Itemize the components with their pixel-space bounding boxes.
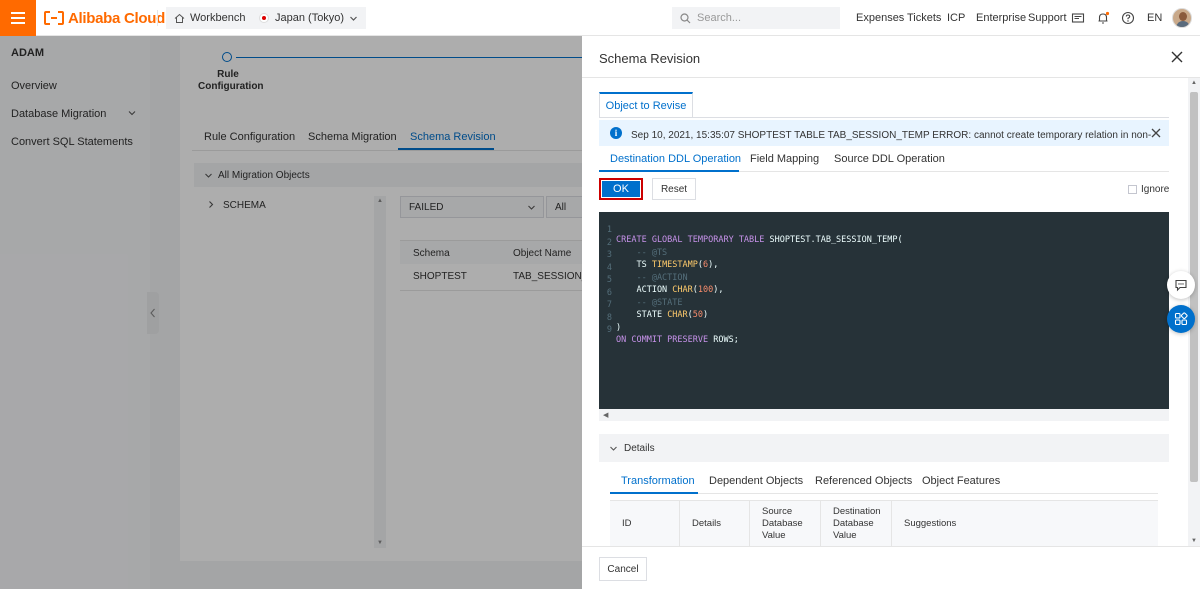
expenses-link[interactable]: Expenses xyxy=(856,12,904,24)
column-header-details: Details xyxy=(680,501,750,546)
tab-dependent-objects[interactable]: Dependent Objects xyxy=(709,475,803,487)
region-label: Japan (Tokyo) xyxy=(275,12,345,24)
japan-flag-icon xyxy=(259,13,269,23)
workbench-label: Workbench xyxy=(190,12,246,24)
column-header-source-value: Source Database Value xyxy=(750,501,821,546)
details-label: Details xyxy=(624,442,655,454)
details-section-header[interactable]: Details xyxy=(599,434,1169,462)
ignore-checkbox[interactable]: Ignore xyxy=(1128,184,1169,195)
column-header-destination-value: Destination Database Value xyxy=(821,501,892,546)
enterprise-link[interactable]: Enterprise xyxy=(976,12,1026,24)
schema-revision-drawer: Schema Revision Object to Revise i Sep 1… xyxy=(582,36,1200,589)
logo-text: Alibaba Cloud xyxy=(68,9,165,27)
tab-field-mapping[interactable]: Field Mapping xyxy=(750,153,819,165)
apps-grid-icon xyxy=(1174,312,1188,326)
ok-button[interactable]: OK xyxy=(599,178,643,200)
tab-referenced-objects[interactable]: Referenced Objects xyxy=(815,475,912,487)
drawer-title: Schema Revision xyxy=(599,51,701,66)
code-horizontal-scrollbar[interactable]: ◀ xyxy=(599,409,1169,421)
workbench-button[interactable]: Workbench xyxy=(166,7,254,29)
ignore-label: Ignore xyxy=(1141,184,1170,195)
chevron-down-icon xyxy=(610,446,617,451)
info-icon: i xyxy=(610,127,622,139)
tab-destination-ddl[interactable]: Destination DDL Operation xyxy=(610,153,741,165)
home-icon xyxy=(174,13,185,23)
active-tab-underline xyxy=(610,492,698,494)
icp-link[interactable]: ICP xyxy=(947,12,965,24)
feedback-button[interactable] xyxy=(1167,271,1195,299)
chat-icon xyxy=(1175,279,1187,292)
message-icon[interactable] xyxy=(1071,11,1085,25)
code-line: 2 -- @TS xyxy=(599,228,667,258)
code-line: 8 ) xyxy=(599,303,640,333)
line-number: 9 xyxy=(606,325,612,335)
chevron-down-icon xyxy=(350,16,358,21)
cancel-button[interactable]: Cancel xyxy=(599,557,647,581)
close-icon[interactable] xyxy=(1170,50,1184,64)
code-line: 5 ACTION CHAR(100), xyxy=(599,265,724,295)
error-alert: i Sep 10, 2021, 15:35:07 SHOPTEST TABLE … xyxy=(599,120,1169,146)
code-line: 7 STATE CHAR(50) xyxy=(599,290,708,320)
tickets-link[interactable]: Tickets xyxy=(907,12,941,24)
reset-button[interactable]: Reset xyxy=(652,178,696,200)
checkbox-icon xyxy=(1128,185,1137,194)
avatar[interactable] xyxy=(1172,8,1192,28)
code-line: 4 -- @ACTION xyxy=(599,253,688,283)
tab-transformation[interactable]: Transformation xyxy=(621,475,695,487)
column-header-suggestions: Suggestions xyxy=(904,518,957,529)
code-line: 3 TS TIMESTAMP(6), xyxy=(599,240,719,270)
support-link[interactable]: Support xyxy=(1028,12,1067,24)
notification-bell-icon[interactable] xyxy=(1096,11,1110,25)
alibaba-cloud-logo[interactable]: Alibaba Cloud xyxy=(44,9,165,27)
ddl-code-editor[interactable]: 1 CREATE GLOBAL TEMPORARY TABLE SHOPTEST… xyxy=(599,212,1169,409)
code-line: 9 ON COMMIT PRESERVE ROWS; xyxy=(599,315,739,345)
menu-icon[interactable] xyxy=(0,0,36,36)
details-tabs: Transformation Dependent Objects Referen… xyxy=(610,470,1158,494)
apps-button[interactable] xyxy=(1167,305,1195,333)
scroll-left-icon[interactable]: ◀ xyxy=(603,411,608,419)
region-selector[interactable]: Japan (Tokyo) xyxy=(251,7,367,29)
drawer-footer: Cancel xyxy=(582,546,1200,589)
ddl-tabs: Destination DDL Operation Field Mapping … xyxy=(599,148,1169,172)
column-header-id: ID xyxy=(610,501,680,546)
search-icon xyxy=(680,12,691,23)
scroll-up-icon[interactable]: ▲ xyxy=(1191,80,1197,86)
language-selector[interactable]: EN xyxy=(1147,12,1162,24)
active-tab-underline xyxy=(599,170,739,172)
top-navigation-bar: Alibaba Cloud Workbench Japan (Tokyo) Se… xyxy=(0,0,1200,36)
drawer-body: Object to Revise i Sep 10, 2021, 15:35:0… xyxy=(582,78,1200,546)
modal-backdrop[interactable] xyxy=(0,36,582,589)
tab-object-features[interactable]: Object Features xyxy=(922,475,1000,487)
code-line: 6 -- @STATE xyxy=(599,278,683,308)
search-placeholder: Search... xyxy=(697,12,742,24)
alibaba-cloud-logo-icon xyxy=(44,11,64,25)
error-alert-text: Sep 10, 2021, 15:35:07 SHOPTEST TABLE TA… xyxy=(631,129,1151,141)
search-input[interactable]: Search... xyxy=(672,7,840,29)
tab-object-to-revise[interactable]: Object to Revise xyxy=(599,92,693,118)
tab-source-ddl[interactable]: Source DDL Operation xyxy=(834,153,945,165)
scroll-down-icon[interactable]: ▼ xyxy=(1191,538,1197,544)
transformation-table-header: ID Details Source Database Value Destina… xyxy=(610,500,1158,546)
help-icon[interactable] xyxy=(1121,11,1135,25)
close-icon[interactable] xyxy=(1149,126,1163,140)
code-line: 1 CREATE GLOBAL TEMPORARY TABLE SHOPTEST… xyxy=(599,215,903,245)
